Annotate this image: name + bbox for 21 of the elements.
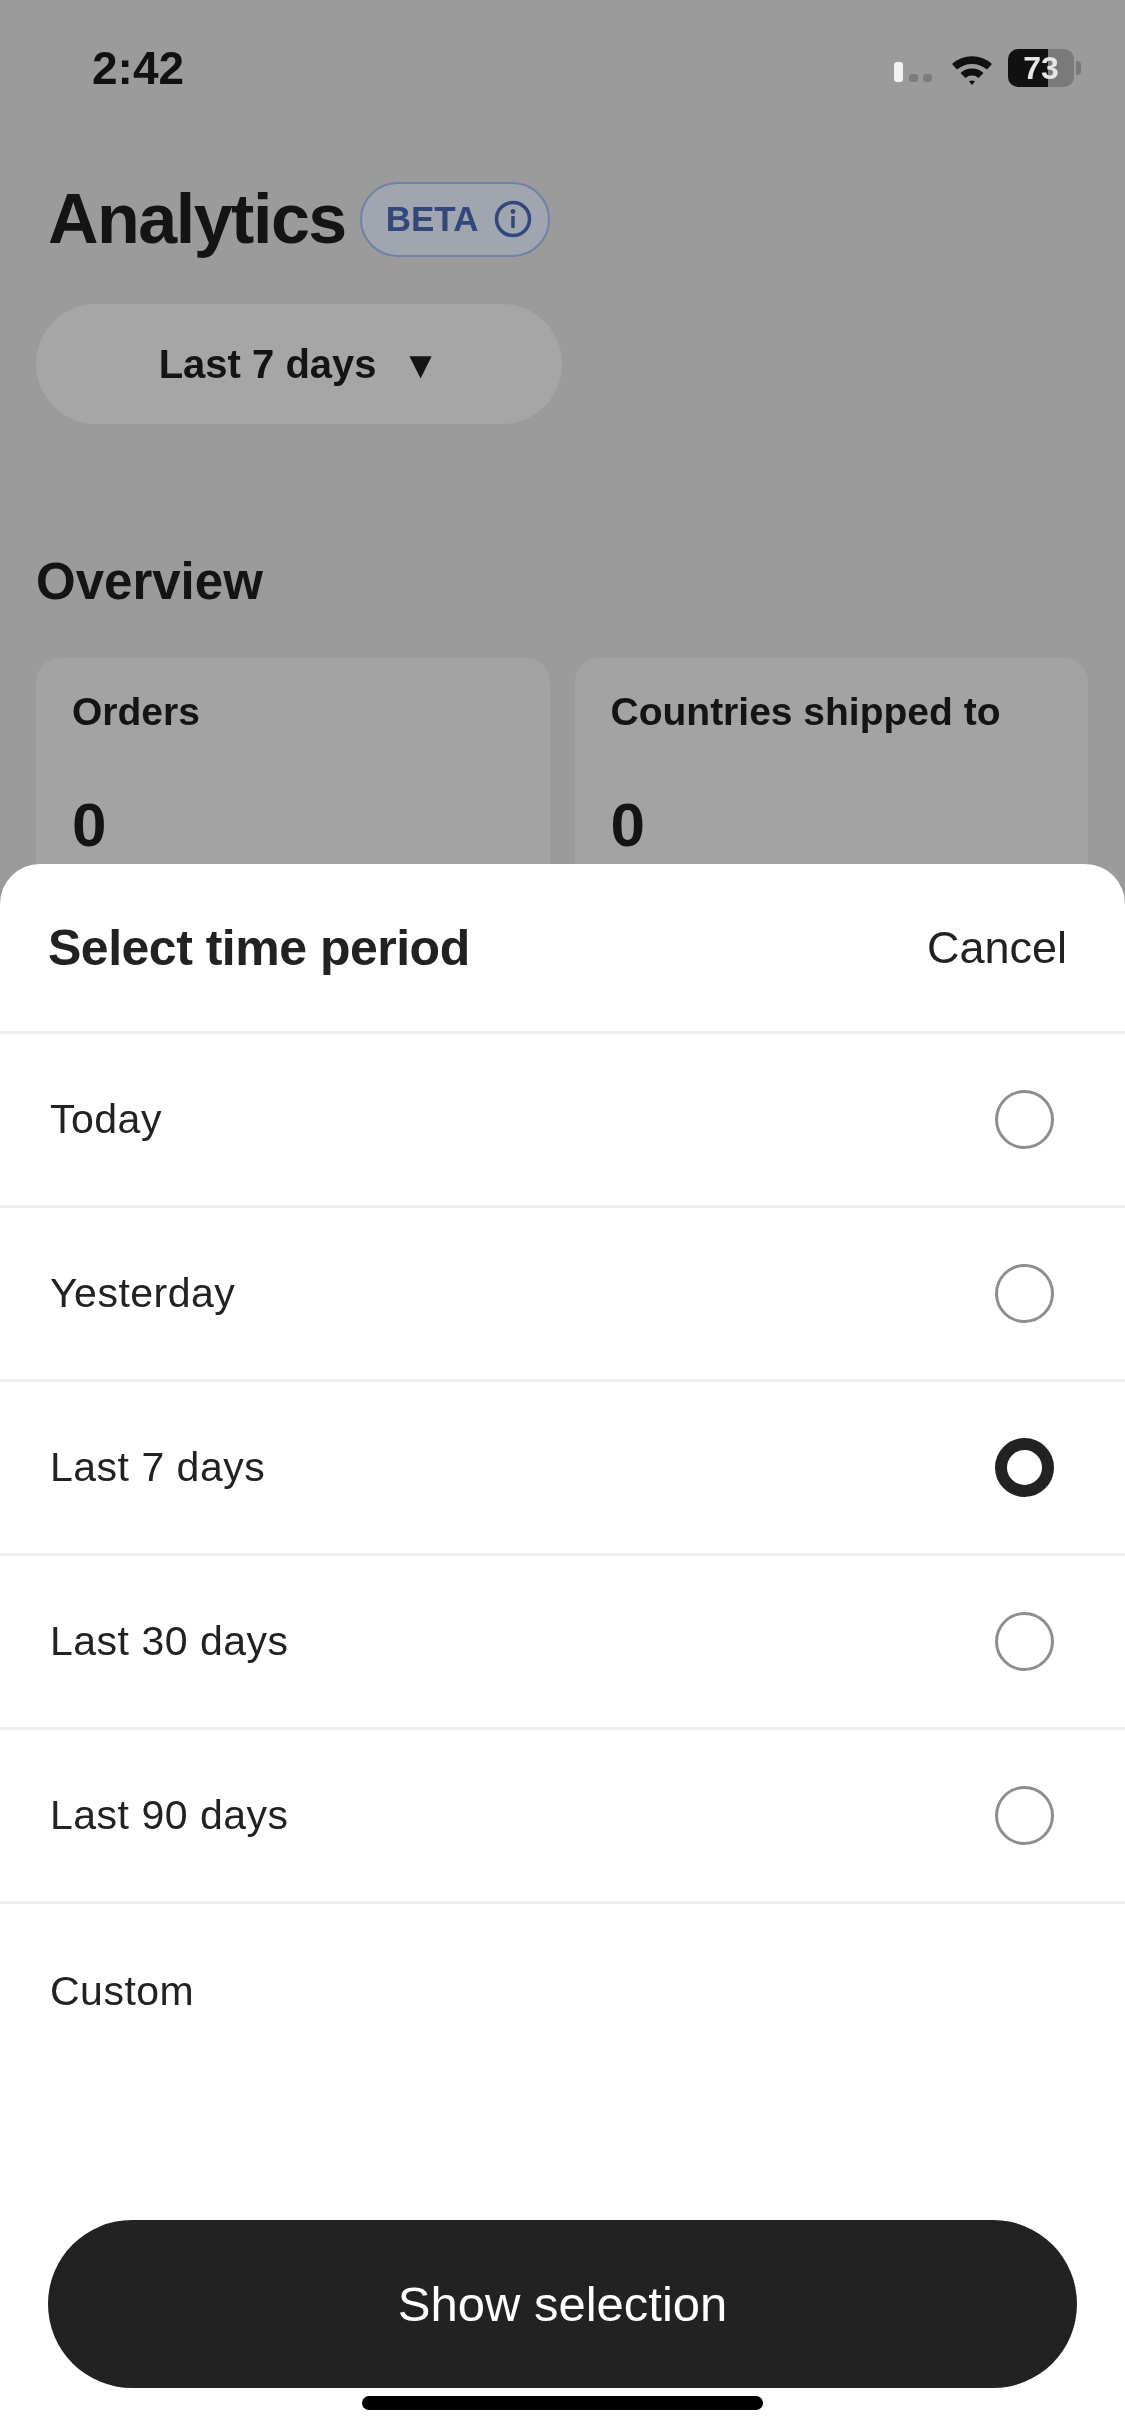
- page-title: Analytics: [48, 179, 346, 260]
- time-option[interactable]: Last 90 days: [0, 1730, 1125, 1904]
- stat-value: 0: [610, 790, 645, 860]
- confirm-button[interactable]: Show selection: [48, 2220, 1077, 2388]
- time-option[interactable]: Yesterday: [0, 1208, 1125, 1382]
- time-option[interactable]: Last 30 days: [0, 1556, 1125, 1730]
- sheet-title: Select time period: [48, 918, 470, 977]
- period-dropdown[interactable]: Last 7 days ▼: [36, 304, 562, 424]
- stat-label: Countries shipped to: [610, 689, 1001, 735]
- info-icon: [494, 200, 533, 238]
- time-option[interactable]: Custom: [0, 1904, 1125, 2078]
- stat-label: Orders: [72, 689, 200, 735]
- status-time: 2:42: [92, 41, 185, 96]
- cancel-button[interactable]: Cancel: [926, 921, 1067, 974]
- beta-badge[interactable]: BETA: [359, 181, 551, 257]
- time-option[interactable]: Last 7 days: [0, 1382, 1125, 1556]
- section-title: Overview: [36, 552, 263, 612]
- stat-value: 0: [72, 790, 107, 860]
- time-option[interactable]: Today: [0, 1034, 1125, 1208]
- cellular-signal-icon: [894, 62, 932, 82]
- battery-indicator: 73: [1008, 49, 1081, 87]
